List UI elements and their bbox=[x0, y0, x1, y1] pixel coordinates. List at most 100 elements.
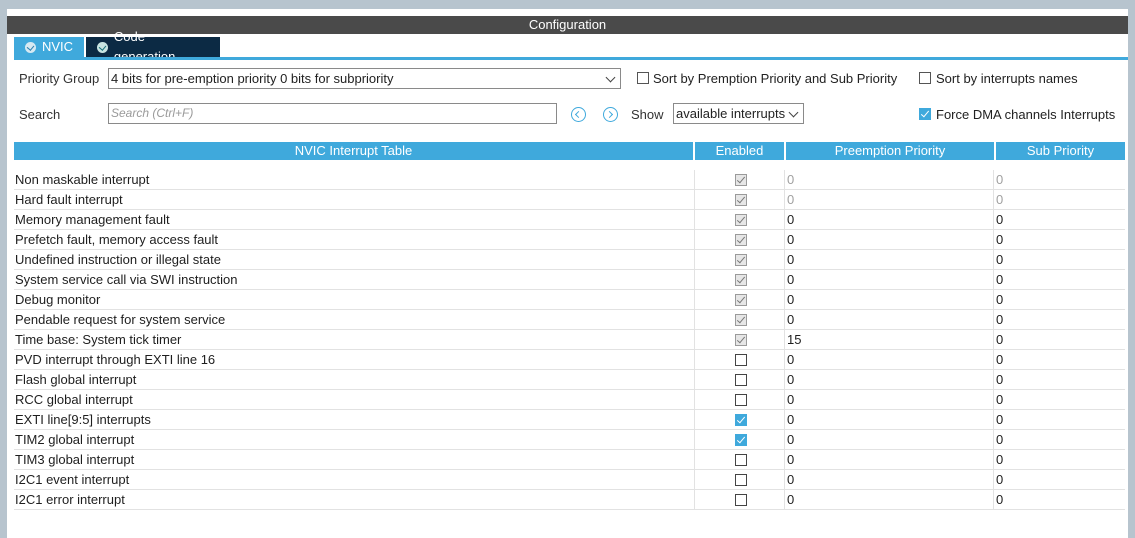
sub-priority-cell[interactable]: 0 bbox=[995, 210, 1125, 230]
sub-priority-cell[interactable]: 0 bbox=[995, 410, 1125, 430]
enabled-cell bbox=[694, 290, 785, 310]
enabled-cell bbox=[694, 410, 785, 430]
enabled-checkbox[interactable] bbox=[735, 454, 747, 466]
check-circle-icon bbox=[97, 41, 108, 53]
enabled-checkbox[interactable] bbox=[735, 414, 747, 426]
force-dma-label: Force DMA channels Interrupts bbox=[936, 107, 1116, 122]
interrupt-name: I2C1 event interrupt bbox=[15, 472, 130, 487]
preemption-priority-cell[interactable]: 0 bbox=[786, 210, 994, 230]
enabled-checkbox[interactable] bbox=[735, 434, 747, 446]
table-row[interactable]: Pendable request for system service 0 0 bbox=[14, 310, 1125, 330]
sub-priority-cell[interactable]: 0 bbox=[995, 470, 1125, 490]
interrupt-name: System service call via SWI instruction bbox=[15, 272, 238, 287]
table-row[interactable]: I2C1 error interrupt 0 0 bbox=[14, 490, 1125, 510]
table-row[interactable]: I2C1 event interrupt 0 0 bbox=[14, 470, 1125, 490]
table-row[interactable]: Flash global interrupt 0 0 bbox=[14, 370, 1125, 390]
enabled-cell bbox=[694, 190, 785, 210]
preemption-priority-cell[interactable]: 0 bbox=[786, 450, 994, 470]
sub-priority-cell[interactable]: 0 bbox=[995, 290, 1125, 310]
preemption-priority-cell[interactable]: 0 bbox=[786, 490, 994, 510]
table-row[interactable]: Non maskable interrupt 0 0 bbox=[14, 170, 1125, 190]
enabled-cell bbox=[694, 350, 785, 370]
table-row[interactable]: Debug monitor 0 0 bbox=[14, 290, 1125, 310]
table-row[interactable]: System service call via SWI instruction 0… bbox=[14, 270, 1125, 290]
sort-preemption-checkbox[interactable] bbox=[637, 72, 649, 84]
preemption-priority-cell[interactable]: 0 bbox=[786, 410, 994, 430]
preemption-priority-cell[interactable]: 15 bbox=[786, 330, 994, 350]
enabled-cell bbox=[694, 370, 785, 390]
sub-priority-cell[interactable]: 0 bbox=[995, 350, 1125, 370]
table-row[interactable]: Time base: System tick timer 15 0 bbox=[14, 330, 1125, 350]
table-row[interactable]: TIM2 global interrupt 0 0 bbox=[14, 430, 1125, 450]
chevron-down-icon bbox=[605, 72, 616, 83]
enabled-checkbox bbox=[735, 174, 747, 186]
preemption-priority-cell[interactable]: 0 bbox=[786, 270, 994, 290]
table-row[interactable]: EXTI line[9:5] interrupts 0 0 bbox=[14, 410, 1125, 430]
preemption-priority-cell[interactable]: 0 bbox=[786, 430, 994, 450]
interrupt-name: Non maskable interrupt bbox=[15, 172, 150, 187]
interrupt-name: Prefetch fault, memory access fault bbox=[15, 232, 219, 247]
preemption-priority-cell[interactable]: 0 bbox=[786, 390, 994, 410]
enabled-cell bbox=[694, 490, 785, 510]
tab-nvic[interactable]: NVIC bbox=[14, 37, 84, 57]
enabled-cell bbox=[694, 390, 785, 410]
sub-priority-cell[interactable]: 0 bbox=[995, 270, 1125, 290]
column-header-sub-priority[interactable]: Sub Priority bbox=[996, 142, 1125, 160]
enabled-checkbox[interactable] bbox=[735, 494, 747, 506]
sub-priority-cell[interactable]: 0 bbox=[995, 390, 1125, 410]
next-match-icon[interactable] bbox=[603, 107, 618, 122]
tab-code-generation[interactable]: Code generation bbox=[86, 29, 220, 64]
show-select[interactable]: available interrupts bbox=[673, 103, 804, 124]
tab-underline bbox=[14, 57, 1128, 60]
preemption-priority-cell[interactable]: 0 bbox=[786, 310, 994, 330]
column-header-preemption[interactable]: Preemption Priority bbox=[786, 142, 994, 160]
enabled-checkbox[interactable] bbox=[735, 374, 747, 386]
show-label: Show bbox=[631, 107, 664, 122]
preemption-priority-cell[interactable]: 0 bbox=[786, 230, 994, 250]
enabled-cell bbox=[694, 210, 785, 230]
sort-names-label: Sort by interrupts names bbox=[936, 71, 1078, 86]
table-row[interactable]: Prefetch fault, memory access fault 0 0 bbox=[14, 230, 1125, 250]
enabled-checkbox bbox=[735, 194, 747, 206]
interrupt-name: TIM2 global interrupt bbox=[15, 432, 135, 447]
enabled-checkbox[interactable] bbox=[735, 474, 747, 486]
sub-priority-cell[interactable]: 0 bbox=[995, 230, 1125, 250]
enabled-checkbox bbox=[735, 234, 747, 246]
enabled-cell bbox=[694, 330, 785, 350]
chevron-down-icon bbox=[788, 107, 799, 118]
preemption-priority-cell[interactable]: 0 bbox=[786, 470, 994, 490]
sub-priority-cell[interactable]: 0 bbox=[995, 430, 1125, 450]
preemption-priority-cell[interactable]: 0 bbox=[786, 290, 994, 310]
previous-match-icon[interactable] bbox=[571, 107, 586, 122]
table-row[interactable]: Hard fault interrupt 0 0 bbox=[14, 190, 1125, 210]
priority-group-select[interactable]: 4 bits for pre-emption priority 0 bits f… bbox=[108, 68, 621, 89]
table-row[interactable]: RCC global interrupt 0 0 bbox=[14, 390, 1125, 410]
nvic-configuration-panel: Configuration NVIC Code generation Prior… bbox=[0, 0, 1135, 538]
preemption-priority-cell[interactable]: 0 bbox=[786, 370, 994, 390]
interrupt-name: Undefined instruction or illegal state bbox=[15, 252, 221, 267]
table-row[interactable]: PVD interrupt through EXTI line 16 0 0 bbox=[14, 350, 1125, 370]
sub-priority-cell[interactable]: 0 bbox=[995, 310, 1125, 330]
sort-names-checkbox[interactable] bbox=[919, 72, 931, 84]
sort-preemption-label: Sort by Premption Priority and Sub Prior… bbox=[653, 71, 898, 86]
interrupt-name: Flash global interrupt bbox=[15, 372, 137, 387]
sub-priority-cell[interactable]: 0 bbox=[995, 370, 1125, 390]
column-header-interrupt[interactable]: NVIC Interrupt Table bbox=[14, 142, 693, 160]
sub-priority-cell[interactable]: 0 bbox=[995, 330, 1125, 350]
sub-priority-cell[interactable]: 0 bbox=[995, 250, 1125, 270]
sub-priority-cell[interactable]: 0 bbox=[995, 450, 1125, 470]
table-row[interactable]: Memory management fault 0 0 bbox=[14, 210, 1125, 230]
preemption-priority-cell[interactable]: 0 bbox=[786, 350, 994, 370]
preemption-priority-cell[interactable]: 0 bbox=[786, 250, 994, 270]
force-dma-checkbox[interactable] bbox=[919, 108, 931, 120]
enabled-cell bbox=[694, 470, 785, 490]
enabled-cell bbox=[694, 270, 785, 290]
table-row[interactable]: TIM3 global interrupt 0 0 bbox=[14, 450, 1125, 470]
sub-priority-cell[interactable]: 0 bbox=[995, 490, 1125, 510]
table-row[interactable]: Undefined instruction or illegal state 0 0 bbox=[14, 250, 1125, 270]
enabled-checkbox[interactable] bbox=[735, 354, 747, 366]
search-input[interactable]: Search (Ctrl+F) bbox=[108, 103, 557, 124]
enabled-checkbox[interactable] bbox=[735, 394, 747, 406]
column-header-enabled[interactable]: Enabled bbox=[695, 142, 784, 160]
window-left-border bbox=[0, 0, 7, 538]
